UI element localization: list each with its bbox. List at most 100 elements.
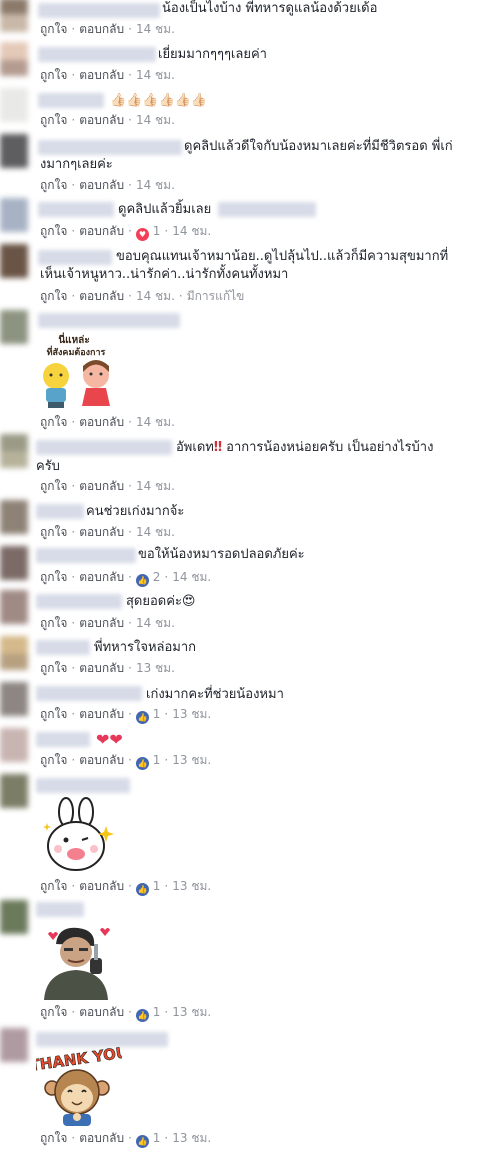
reaction-count[interactable]: 1	[153, 707, 161, 721]
like-reaction-icon[interactable]: 👍	[135, 711, 149, 724]
commenter-name[interactable]	[36, 778, 130, 793]
avatar[interactable]	[0, 244, 28, 278]
emoji-reaction-text: 👍🏻👍🏻👍🏻👍🏻👍🏻👍🏻	[110, 93, 208, 108]
comment-time[interactable]: 13 ชม.	[172, 879, 211, 893]
avatar[interactable]	[0, 546, 28, 580]
avatar[interactable]	[0, 590, 28, 624]
reply-link[interactable]: ตอบกลับ	[79, 68, 124, 82]
avatar[interactable]	[0, 636, 28, 670]
commenter-name[interactable]	[36, 1032, 168, 1047]
like-link[interactable]: ถูกใจ	[40, 1005, 67, 1019]
reply-link[interactable]: ตอบกลับ	[79, 22, 124, 36]
like-reaction-icon[interactable]: 👍	[135, 1009, 149, 1022]
reply-link[interactable]: ตอบกลับ	[79, 616, 124, 630]
like-link[interactable]: ถูกใจ	[40, 289, 67, 303]
comment-time[interactable]: 14 ชม.	[136, 68, 175, 82]
like-link[interactable]: ถูกใจ	[40, 661, 67, 675]
comment-time[interactable]: 13 ชม.	[172, 1005, 211, 1019]
comment-time[interactable]: 13 ชม.	[172, 707, 211, 721]
comment-time[interactable]: 13 ชม.	[172, 1131, 211, 1145]
like-link[interactable]: ถูกใจ	[40, 113, 67, 127]
commenter-name[interactable]	[38, 93, 104, 108]
avatar[interactable]	[0, 434, 28, 468]
commenter-name[interactable]	[36, 440, 172, 455]
like-reaction-icon[interactable]: 👍	[135, 1135, 149, 1148]
reply-link[interactable]: ตอบกลับ	[79, 1005, 124, 1019]
comment-time[interactable]: 14 ชม.	[136, 289, 175, 303]
comment-time[interactable]: 14 ชม.	[136, 22, 175, 36]
comment-time[interactable]: 14 ชม.	[172, 570, 211, 584]
reaction-count[interactable]: 1	[153, 753, 161, 767]
like-link[interactable]: ถูกใจ	[40, 753, 67, 767]
commenter-name[interactable]	[36, 594, 122, 609]
avatar[interactable]	[0, 0, 28, 32]
like-link[interactable]: ถูกใจ	[40, 479, 67, 493]
like-link[interactable]: ถูกใจ	[40, 178, 67, 192]
reply-link[interactable]: ตอบกลับ	[79, 178, 124, 192]
avatar[interactable]	[0, 900, 28, 934]
reply-link[interactable]: ตอบกลับ	[79, 753, 124, 767]
avatar[interactable]	[0, 134, 28, 168]
commenter-name[interactable]	[38, 313, 180, 328]
like-link[interactable]: ถูกใจ	[40, 879, 67, 893]
like-reaction-icon[interactable]: 👍	[135, 574, 149, 587]
like-link[interactable]: ถูกใจ	[40, 616, 67, 630]
heart-reaction-icon[interactable]: ♥	[135, 228, 149, 241]
comment-time[interactable]: 14 ชม.	[136, 479, 175, 493]
reply-link[interactable]: ตอบกลับ	[79, 661, 124, 675]
commenter-name[interactable]	[38, 47, 156, 62]
reply-link[interactable]: ตอบกลับ	[79, 289, 124, 303]
comment-time[interactable]: 14 ชม.	[136, 113, 175, 127]
comment-time[interactable]: 14 ชม.	[136, 616, 175, 630]
comment-time[interactable]: 13 ชม.	[136, 661, 175, 675]
comment-time[interactable]: 14 ชม.	[136, 525, 175, 539]
reaction-count[interactable]: 1	[153, 224, 161, 238]
avatar[interactable]	[0, 774, 28, 808]
reaction-count[interactable]: 1	[153, 1131, 161, 1145]
edited-label[interactable]: มีการแก้ไข	[187, 289, 245, 303]
commenter-name[interactable]	[36, 640, 90, 655]
avatar[interactable]	[0, 728, 28, 762]
reaction-count[interactable]: 2	[153, 570, 161, 584]
tagged-name[interactable]	[218, 202, 316, 217]
avatar[interactable]	[0, 1028, 28, 1062]
reply-link[interactable]: ตอบกลับ	[79, 879, 124, 893]
comment-time[interactable]: 13 ชม.	[172, 753, 211, 767]
avatar[interactable]	[0, 500, 28, 534]
commenter-name[interactable]	[36, 686, 142, 701]
like-link[interactable]: ถูกใจ	[40, 707, 67, 721]
like-link[interactable]: ถูกใจ	[40, 525, 67, 539]
avatar[interactable]	[0, 198, 28, 232]
like-reaction-icon[interactable]: 👍	[135, 757, 149, 770]
reply-link[interactable]: ตอบกลับ	[79, 525, 124, 539]
commenter-name[interactable]	[36, 902, 84, 917]
reply-link[interactable]: ตอบกลับ	[79, 415, 124, 429]
like-link[interactable]: ถูกใจ	[40, 1131, 67, 1145]
reaction-count[interactable]: 1	[153, 879, 161, 893]
avatar[interactable]	[0, 310, 28, 344]
commenter-name[interactable]	[36, 732, 90, 747]
commenter-name[interactable]	[38, 3, 160, 18]
commenter-name[interactable]	[38, 202, 114, 217]
commenter-name[interactable]	[36, 504, 84, 519]
reply-link[interactable]: ตอบกลับ	[79, 707, 124, 721]
reply-link[interactable]: ตอบกลับ	[79, 479, 124, 493]
like-link[interactable]: ถูกใจ	[40, 22, 67, 36]
commenter-name[interactable]	[36, 548, 136, 563]
like-link[interactable]: ถูกใจ	[40, 570, 67, 584]
like-reaction-icon[interactable]: 👍	[135, 883, 149, 896]
avatar[interactable]	[0, 88, 28, 122]
reaction-count[interactable]: 1	[153, 1005, 161, 1019]
like-link[interactable]: ถูกใจ	[40, 415, 67, 429]
reply-link[interactable]: ตอบกลับ	[79, 570, 124, 584]
like-link[interactable]: ถูกใจ	[40, 68, 67, 82]
avatar[interactable]	[0, 42, 28, 76]
reply-link[interactable]: ตอบกลับ	[79, 224, 124, 238]
reply-link[interactable]: ตอบกลับ	[79, 1131, 124, 1145]
comment-time[interactable]: 14 ชม.	[172, 224, 211, 238]
reply-link[interactable]: ตอบกลับ	[79, 113, 124, 127]
avatar[interactable]	[0, 682, 28, 716]
comment-time[interactable]: 14 ชม.	[136, 415, 175, 429]
like-link[interactable]: ถูกใจ	[40, 224, 67, 238]
comment-time[interactable]: 14 ชม.	[136, 178, 175, 192]
